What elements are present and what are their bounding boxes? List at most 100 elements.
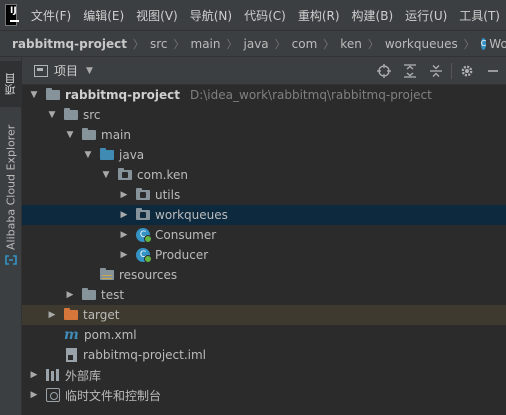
library-icon — [46, 369, 60, 381]
project-panel-title[interactable]: 项目 — [54, 62, 78, 79]
chevron-down-icon[interactable]: ▼ — [100, 169, 112, 181]
breadcrumb-com[interactable]: com — [292, 37, 318, 51]
tree-node-com-ken[interactable]: ▼ com.ken — [22, 165, 506, 185]
tree-node-java[interactable]: ▼ java — [22, 145, 506, 165]
menu-refactor[interactable]: 重构(R) — [292, 7, 346, 24]
scratches-label: 临时文件和控制台 — [65, 388, 162, 403]
settings-button[interactable] — [454, 57, 480, 85]
java-label: java — [119, 148, 145, 162]
chevron-right-icon[interactable]: ▶ — [64, 289, 76, 301]
package-icon — [118, 168, 132, 180]
chevron-down-icon[interactable]: ▼ — [82, 149, 94, 161]
breadcrumb-workqueues[interactable]: workqueues — [385, 37, 458, 51]
menu-code[interactable]: 代码(C) — [238, 7, 292, 24]
breadcrumb-java[interactable]: java — [244, 37, 269, 51]
tree-node-main[interactable]: ▼ main — [22, 125, 506, 145]
consumer-label: Consumer — [155, 228, 217, 242]
project-tool-tab[interactable]: 项目 — [0, 61, 22, 107]
folder-icon — [82, 128, 96, 140]
chevron-down-icon[interactable]: ▼ — [28, 89, 40, 101]
package-icon — [136, 208, 150, 220]
menu-build[interactable]: 构建(B) — [346, 7, 400, 24]
chevron-right-icon[interactable]: ▶ — [118, 229, 130, 241]
class-icon: C — [480, 37, 487, 50]
breadcrumb-main[interactable]: main — [191, 37, 221, 51]
main-label: main — [101, 128, 131, 142]
folder-icon — [82, 288, 96, 300]
tree-node-test[interactable]: ▶ test — [22, 285, 506, 305]
breadcrumb-worker01[interactable]: Worker01 — [489, 37, 506, 51]
chevron-right-icon: 〉 — [323, 37, 335, 51]
alibaba-cloud-explorer-label: Alibaba Cloud Explorer — [4, 124, 18, 250]
project-root-path: D:\idea_work\rabbitmq\rabbitmq-project — [189, 88, 432, 102]
chevron-right-icon[interactable]: ▶ — [28, 389, 40, 401]
tree-node-src[interactable]: ▼ src — [22, 105, 506, 125]
tree-node-iml[interactable]: rabbitmq-project.iml — [22, 345, 506, 365]
breadcrumb-project[interactable]: rabbitmq-project — [12, 37, 127, 51]
chevron-right-icon[interactable]: ▶ — [118, 189, 130, 201]
left-tool-strip: 项目 Alibaba Cloud Explorer — [0, 57, 22, 415]
class-icon: C — [136, 248, 152, 263]
breadcrumb: rabbitmq-project 〉 src 〉 main 〉 java 〉 c… — [0, 30, 506, 57]
menu-file[interactable]: 文件(F) — [25, 7, 77, 24]
menu-navigate[interactable]: 导航(N) — [184, 7, 238, 24]
iml-label: rabbitmq-project.iml — [83, 348, 207, 362]
breadcrumb-src[interactable]: src — [150, 37, 168, 51]
tree-node-external-libraries[interactable]: ▶ 外部库 — [22, 365, 506, 385]
source-folder-icon — [100, 148, 114, 160]
tree-node-target[interactable]: ▶ target — [22, 305, 506, 325]
tree-node-project-root[interactable]: ▼ rabbitmq-project D:\idea_work\rabbitmq… — [22, 85, 506, 105]
alibaba-cloud-explorer-tab[interactable]: Alibaba Cloud Explorer — [0, 121, 22, 253]
resources-folder-icon — [100, 268, 114, 280]
breadcrumb-ken[interactable]: ken — [340, 37, 362, 51]
chevron-right-icon: 〉 — [132, 37, 144, 51]
expand-all-button[interactable] — [397, 57, 423, 85]
chevron-right-icon: 〉 — [463, 37, 475, 51]
collapse-all-icon — [430, 65, 442, 77]
menu-edit[interactable]: 编辑(E) — [77, 7, 130, 24]
chevron-right-icon[interactable]: ▶ — [118, 249, 130, 261]
collapse-all-button[interactable] — [423, 57, 449, 85]
tree-node-utils[interactable]: ▶ utils — [22, 185, 506, 205]
workqueues-label: workqueues — [155, 208, 228, 222]
project-tool-tab-label: 项目 — [4, 73, 17, 95]
chevron-right-icon[interactable]: ▶ — [118, 209, 130, 221]
chevron-right-icon: 〉 — [226, 37, 238, 51]
chevron-right-icon[interactable]: ▶ — [46, 309, 58, 321]
menu-run[interactable]: 运行(U) — [399, 7, 453, 24]
hide-panel-button[interactable] — [480, 57, 506, 85]
minimize-icon — [488, 70, 498, 72]
test-label: test — [101, 288, 125, 302]
locate-file-button[interactable] — [371, 57, 397, 85]
scratches-icon — [46, 388, 60, 402]
tree-node-producer[interactable]: ▶ C Producer — [22, 245, 506, 265]
tree-node-consumer[interactable]: ▶ C Consumer — [22, 225, 506, 245]
tree-node-workqueues[interactable]: ▶ workqueues — [22, 205, 506, 225]
tree-node-resources[interactable]: resources — [22, 265, 506, 285]
src-label: src — [83, 108, 101, 122]
menu-view[interactable]: 视图(V) — [130, 7, 184, 24]
chevron-right-icon[interactable]: ▶ — [28, 369, 40, 381]
module-folder-icon — [46, 88, 60, 100]
excluded-folder-icon — [64, 308, 78, 320]
pom-label: pom.xml — [84, 328, 137, 342]
folder-icon — [64, 108, 78, 120]
menu-tools[interactable]: 工具(T) — [453, 7, 506, 24]
chevron-down-icon[interactable]: ▼ — [46, 109, 58, 121]
tree-node-scratches[interactable]: ▶ 临时文件和控制台 — [22, 385, 506, 405]
project-panel-header: 项目 ▼ — [22, 57, 506, 85]
chevron-down-icon[interactable]: ▼ — [86, 66, 93, 76]
project-tree: ▼ rabbitmq-project D:\idea_work\rabbitmq… — [22, 85, 506, 415]
chevron-right-icon: 〉 — [367, 37, 379, 51]
project-root-label: rabbitmq-project — [65, 88, 180, 102]
resources-label: resources — [119, 268, 178, 282]
menu-bar: IJ 文件(F) 编辑(E) 视图(V) 导航(N) 代码(C) 重构(R) 构… — [0, 0, 506, 30]
expand-all-icon — [404, 64, 416, 78]
external-libraries-label: 外部库 — [65, 368, 102, 383]
toolbar-divider — [451, 63, 452, 79]
class-icon: C — [136, 228, 152, 243]
chevron-right-icon: 〉 — [274, 37, 286, 51]
chevron-down-icon[interactable]: ▼ — [64, 129, 76, 141]
tree-node-pom[interactable]: m pom.xml — [22, 325, 506, 345]
module-file-icon — [66, 348, 77, 362]
